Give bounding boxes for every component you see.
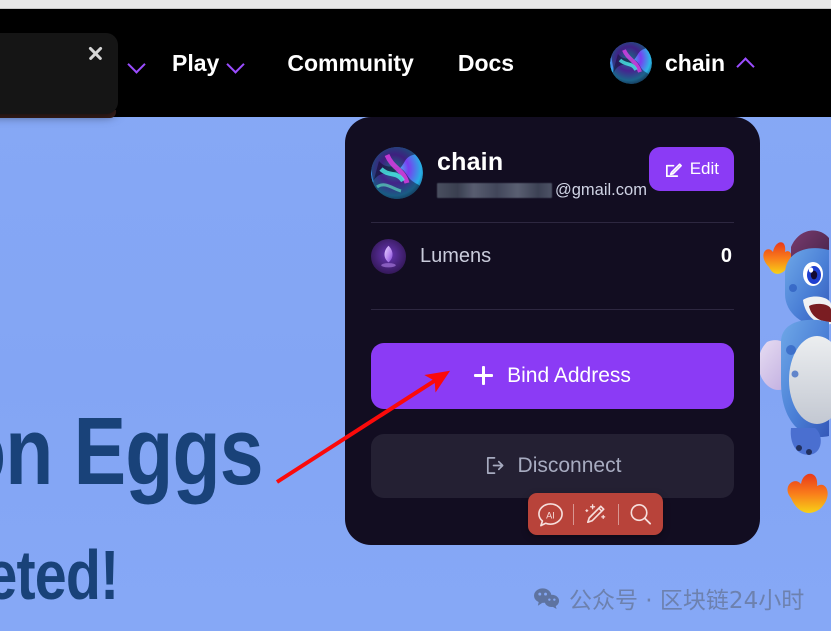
- edit-profile-label: Edit: [689, 159, 719, 178]
- nav-item-docs[interactable]: Docs: [436, 50, 536, 77]
- account-actions: Bind Address Disconnect: [367, 342, 738, 498]
- lumens-value: 0: [720, 244, 732, 267]
- disconnect-label: Disconnect: [517, 453, 622, 477]
- account-identity: chain @gmail.com: [437, 147, 647, 203]
- toolbar-separator-1: [572, 503, 574, 525]
- nav-item-0[interactable]: [118, 56, 150, 71]
- nav-links: Play Community Docs: [118, 9, 536, 117]
- nav-account-name: chain: [665, 49, 726, 76]
- account-header: chain @gmail.com Edit: [367, 147, 738, 203]
- watermark: 公众号 · 区块链24小时: [533, 581, 804, 615]
- floating-selection-toolbar[interactable]: AI: [528, 493, 663, 535]
- account-name: chain: [437, 148, 504, 176]
- account-email-visible-part: @gmail.com: [555, 180, 647, 199]
- plus-icon: [474, 366, 494, 385]
- lumen-gem-icon: [371, 238, 406, 274]
- svg-text:AI: AI: [546, 510, 555, 520]
- close-icon[interactable]: [84, 42, 106, 64]
- nav-item-community-label: Community: [287, 49, 414, 76]
- account-email: @gmail.com: [437, 181, 647, 203]
- bind-address-label: Bind Address: [507, 363, 631, 387]
- lumens-row: Lumens 0: [367, 223, 738, 290]
- edit-profile-button[interactable]: Edit: [648, 147, 734, 191]
- popup-panel: [0, 33, 118, 114]
- bind-address-button[interactable]: Bind Address: [371, 342, 734, 409]
- email-redaction-block: [437, 182, 552, 198]
- ai-chat-icon[interactable]: AI: [537, 501, 564, 528]
- lumens-label: Lumens: [420, 244, 492, 267]
- magic-pen-icon[interactable]: [582, 501, 609, 528]
- toolbar-separator-2: [617, 503, 619, 525]
- nav-item-docs-label: Docs: [457, 49, 515, 76]
- chevron-down-icon: [228, 56, 243, 71]
- gradient-orb-avatar-icon: [610, 42, 652, 84]
- divider-bottom: [371, 308, 734, 310]
- pencil-square-icon: [665, 162, 682, 177]
- nav-item-community[interactable]: Community: [265, 50, 436, 77]
- gradient-orb-avatar-icon: [371, 147, 423, 199]
- chevron-up-icon: [738, 56, 753, 71]
- watermark-text: 公众号 · 区块链24小时: [569, 588, 805, 614]
- nav-item-play[interactable]: Play: [150, 50, 265, 77]
- chevron-down-icon: [129, 56, 144, 71]
- nav-account-menu[interactable]: chain: [610, 9, 753, 117]
- site-navbar: Play Community Docs chain: [0, 9, 831, 117]
- wechat-icon: [534, 587, 560, 609]
- disconnect-button[interactable]: Disconnect: [371, 433, 734, 498]
- search-icon[interactable]: [627, 501, 654, 528]
- account-dropdown-card: chain @gmail.com Edit Lumens 0 Bind Addr…: [345, 117, 760, 545]
- logout-icon: [486, 457, 504, 474]
- hero-headline-line-2: pleted!: [0, 536, 119, 614]
- screenshot-root: on Eggs pleted!: [0, 0, 831, 631]
- browser-top-strip: [0, 0, 831, 9]
- nav-item-play-label: Play: [172, 49, 220, 76]
- hero-headline-line-1: on Eggs: [0, 398, 264, 505]
- dragon-mascot-image: [751, 222, 831, 552]
